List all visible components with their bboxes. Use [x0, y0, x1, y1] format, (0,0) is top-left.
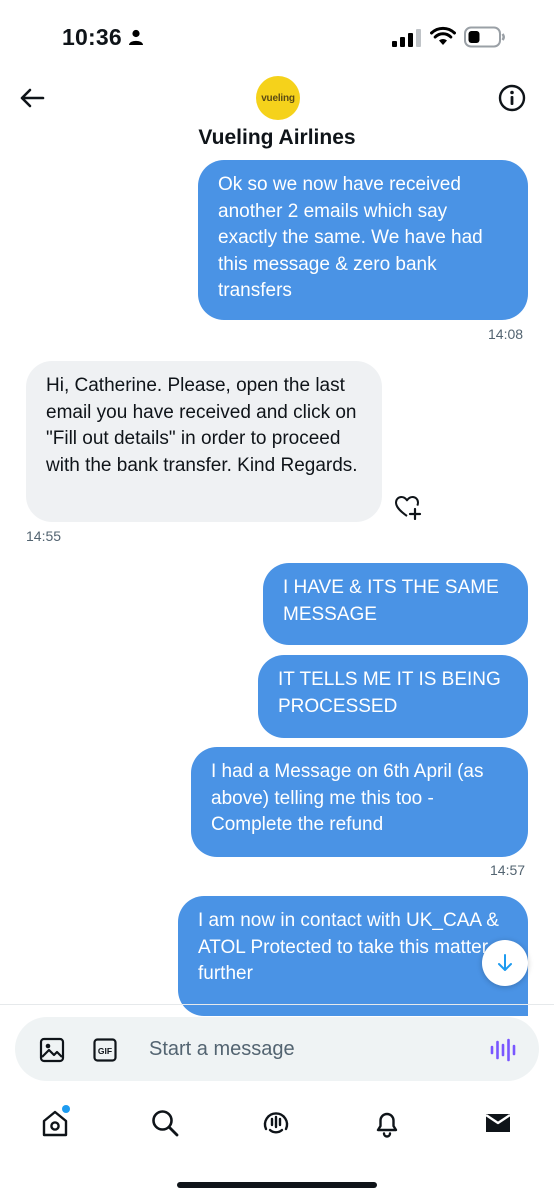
sent-message[interactable]: I am now in contact with UK_CAA & ATOL P…: [178, 896, 528, 1016]
sent-message[interactable]: IT TELLS ME IT IS BEING PROCESSED: [258, 655, 528, 738]
voice-message-icon[interactable]: [489, 1037, 517, 1063]
status-time: 10:36: [62, 24, 122, 50]
arrow-left-icon: [20, 88, 45, 108]
image-icon[interactable]: [39, 1037, 65, 1063]
search-icon: [152, 1110, 179, 1137]
back-button[interactable]: [14, 80, 50, 116]
tab-messages[interactable]: [481, 1106, 515, 1140]
heart-plus-icon[interactable]: [394, 494, 422, 520]
received-message[interactable]: Hi, Catherine. Please, open the last ema…: [26, 361, 382, 522]
mail-icon: [485, 1114, 511, 1132]
message-timestamp: 14:08: [488, 326, 524, 342]
sent-message[interactable]: Ok so we now have received another 2 ema…: [198, 160, 528, 320]
gif-label: GIF: [98, 1046, 112, 1056]
sent-message[interactable]: I had a Message on 6th April (as above) …: [191, 747, 528, 857]
composer-divider: [0, 1004, 554, 1005]
bell-icon: [376, 1112, 398, 1138]
notification-dot: [62, 1105, 70, 1113]
info-button[interactable]: [494, 80, 530, 116]
spaces-icon: [263, 1112, 289, 1134]
contact-name: Vueling Airlines: [198, 126, 356, 149]
gif-icon[interactable]: GIF: [93, 1038, 117, 1062]
message-timestamp: 14:57: [490, 862, 526, 878]
home-indicator: [177, 1182, 377, 1188]
wifi-icon: [430, 26, 456, 45]
battery-icon: [464, 26, 505, 48]
scroll-to-bottom-button[interactable]: [482, 940, 528, 986]
cellular-signal-icon: [392, 29, 421, 47]
tab-notifications[interactable]: [370, 1106, 404, 1140]
arrow-down-icon: [498, 954, 512, 971]
sent-message[interactable]: I HAVE & ITS THE SAME MESSAGE: [263, 563, 528, 645]
message-timestamp: 14:55: [26, 528, 62, 544]
status-bar: 10:36: [0, 0, 554, 74]
avatar-logo-text: vueling: [261, 92, 295, 104]
avatar[interactable]: vueling: [256, 76, 300, 120]
message-composer: GIF: [15, 1017, 539, 1081]
tab-spaces[interactable]: [259, 1106, 293, 1140]
message-input[interactable]: [149, 1035, 449, 1063]
info-icon: [498, 84, 526, 112]
tab-search[interactable]: [148, 1106, 182, 1140]
person-icon: [129, 29, 143, 45]
